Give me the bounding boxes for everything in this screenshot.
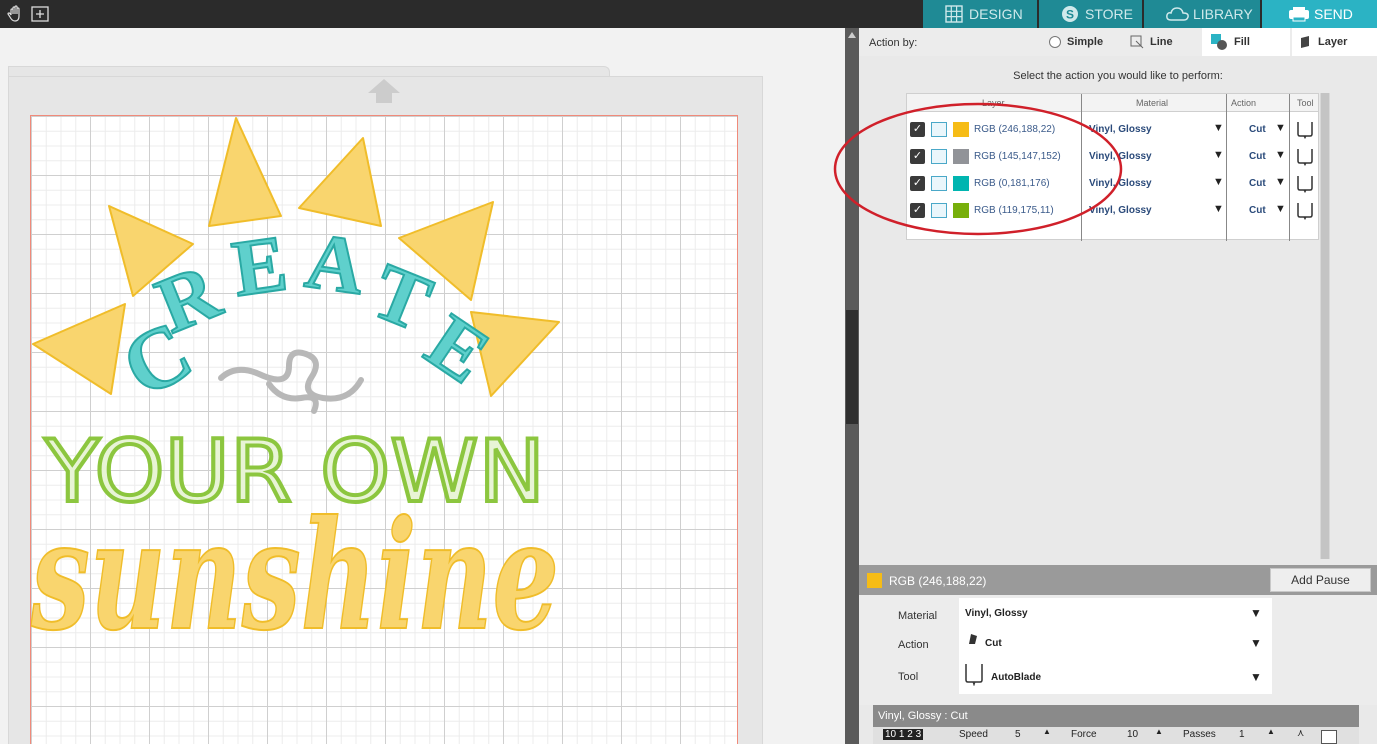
tab-library[interactable]: LIBRARY	[1144, 0, 1260, 28]
chevron-down-icon[interactable]: ▼	[1275, 149, 1286, 161]
header-tool: Tool	[1297, 98, 1314, 108]
header-material: Material	[1136, 98, 1169, 108]
chevron-down-icon[interactable]: ▼	[1275, 122, 1286, 134]
blade-tool-icon[interactable]	[1296, 201, 1314, 220]
action-label: Action	[898, 639, 929, 651]
option-fill-label: Fill	[1234, 36, 1250, 48]
tab-send[interactable]: SEND	[1262, 0, 1377, 28]
action-by-bar: Action by: Simple Line Fill Layer	[859, 28, 1377, 56]
svg-text:E: E	[227, 219, 292, 314]
action-by-label: Action by:	[869, 37, 918, 49]
action-select[interactable]: Cut	[985, 638, 1002, 649]
tab-send-label: SEND	[1314, 6, 1353, 22]
tool-select[interactable]: AutoBlade	[991, 672, 1041, 683]
row-action[interactable]: Cut	[1249, 151, 1266, 162]
chevron-down-icon[interactable]: ▼	[1213, 122, 1224, 134]
store-s-icon: S	[1062, 6, 1078, 22]
blade-tool-icon[interactable]	[1296, 174, 1314, 193]
force-up-icon[interactable]: ▲	[1155, 727, 1163, 736]
material-label: Material	[898, 610, 938, 622]
properties-box: Vinyl, Glossy ▼ Cut ▼ AutoBlade ▼	[959, 598, 1272, 694]
tool-label: Tool	[898, 671, 919, 683]
chevron-down-icon[interactable]: ▼	[1250, 670, 1262, 684]
line-mode-icon	[1130, 35, 1144, 49]
option-line[interactable]: Line	[1130, 28, 1173, 56]
cut-settings-row: 10 1 2 3 Speed 5 ▲ Force 10 ▲ Passes 1 ▲…	[873, 727, 1359, 744]
speed-up-icon[interactable]: ▲	[1043, 727, 1051, 736]
feed-arrow-icon[interactable]	[364, 77, 404, 105]
passes-label: Passes	[1183, 729, 1216, 740]
add-pause-button[interactable]: Add Pause	[1270, 568, 1371, 592]
force-value[interactable]: 10	[1127, 729, 1138, 740]
selected-layer-bar: RGB (246,188,22) Add Pause	[859, 565, 1377, 595]
grid-icon	[945, 5, 963, 23]
mat-grid[interactable]: C R E A T E YOUR OWN sunshine	[30, 115, 738, 744]
table-scroll-thumb[interactable]	[1321, 93, 1329, 559]
speed-value[interactable]: 5	[1015, 729, 1021, 740]
properties-panel: Material Action Tool Vinyl, Glossy ▼ Cut…	[859, 595, 1377, 705]
design-artwork[interactable]: C R E A T E YOUR OWN sunshine	[31, 116, 739, 744]
tab-library-label: LIBRARY	[1193, 6, 1253, 22]
top-bar: DESIGN S STORE LIBRARY SEND	[0, 0, 1377, 28]
selected-rgb: RGB (246,188,22)	[889, 574, 987, 588]
tab-store[interactable]: S STORE	[1039, 0, 1142, 28]
option-simple[interactable]: Simple	[1049, 28, 1103, 56]
tab-design[interactable]: DESIGN	[923, 0, 1037, 28]
passes-value[interactable]: 1	[1239, 729, 1245, 740]
row-action[interactable]: Cut	[1249, 124, 1266, 135]
chevron-down-icon[interactable]: ▼	[1213, 176, 1224, 188]
red-highlight-circle	[833, 102, 1123, 236]
splitter-scroll-thumb[interactable]	[846, 310, 858, 424]
svg-text:T: T	[360, 247, 442, 349]
option-layer[interactable]: Layer	[1292, 28, 1377, 56]
cloud-icon	[1166, 7, 1189, 21]
canvas-area[interactable]: C R E A T E YOUR OWN sunshine	[0, 28, 845, 744]
blade-depth-icon[interactable]: ⋏	[1297, 728, 1304, 739]
flourish-ornament[interactable]	[218, 349, 364, 414]
option-simple-label: Simple	[1067, 36, 1104, 48]
scroll-up-icon[interactable]	[848, 32, 856, 38]
cut-icon	[969, 634, 977, 644]
selected-color-swatch	[867, 573, 882, 588]
tab-design-label: DESIGN	[969, 6, 1023, 22]
hand-icon[interactable]	[6, 4, 26, 24]
sunshine-text[interactable]: sunshine	[31, 487, 560, 665]
layer-mode-icon	[1301, 36, 1309, 48]
add-page-icon[interactable]	[30, 4, 50, 24]
svg-text:S: S	[1066, 8, 1074, 22]
action-prompt: Select the action you would like to perf…	[1013, 70, 1223, 82]
force-label: Force	[1071, 729, 1097, 740]
blade-tool-icon[interactable]	[1296, 120, 1314, 139]
printer-icon	[1289, 7, 1309, 22]
passes-up-icon[interactable]: ▲	[1267, 727, 1275, 736]
blade-setting-display[interactable]: 10 1 2 3	[883, 729, 924, 740]
chevron-down-icon[interactable]: ▼	[1213, 149, 1224, 161]
row-action[interactable]: Cut	[1249, 205, 1266, 216]
blade-tool-icon[interactable]	[1296, 147, 1314, 166]
fill-mode-icon	[1211, 34, 1227, 50]
radio-icon	[1049, 36, 1061, 48]
cut-summary: Vinyl, Glossy : Cut	[878, 710, 968, 722]
cut-settings-header: Vinyl, Glossy : Cut	[873, 705, 1359, 727]
header-action: Action	[1231, 98, 1257, 108]
chevron-down-icon[interactable]: ▼	[1275, 176, 1286, 188]
option-line-label: Line	[1150, 36, 1173, 48]
svg-text:A: A	[300, 217, 370, 312]
settings-checkbox[interactable]	[1321, 730, 1337, 744]
send-panel: Action by: Simple Line Fill Layer Select…	[833, 28, 1377, 744]
chevron-down-icon[interactable]: ▼	[1213, 203, 1224, 215]
row-action[interactable]: Cut	[1249, 178, 1266, 189]
table-scrollbar[interactable]	[1320, 93, 1330, 559]
option-layer-label: Layer	[1318, 36, 1348, 48]
option-fill[interactable]: Fill	[1202, 28, 1290, 56]
speed-label: Speed	[959, 729, 988, 740]
chevron-down-icon[interactable]: ▼	[1275, 203, 1286, 215]
material-select[interactable]: Vinyl, Glossy	[965, 608, 1028, 619]
chevron-down-icon[interactable]: ▼	[1250, 636, 1262, 650]
tab-store-label: STORE	[1085, 6, 1133, 22]
chevron-down-icon[interactable]: ▼	[1250, 606, 1262, 620]
autoblade-icon	[965, 664, 983, 686]
